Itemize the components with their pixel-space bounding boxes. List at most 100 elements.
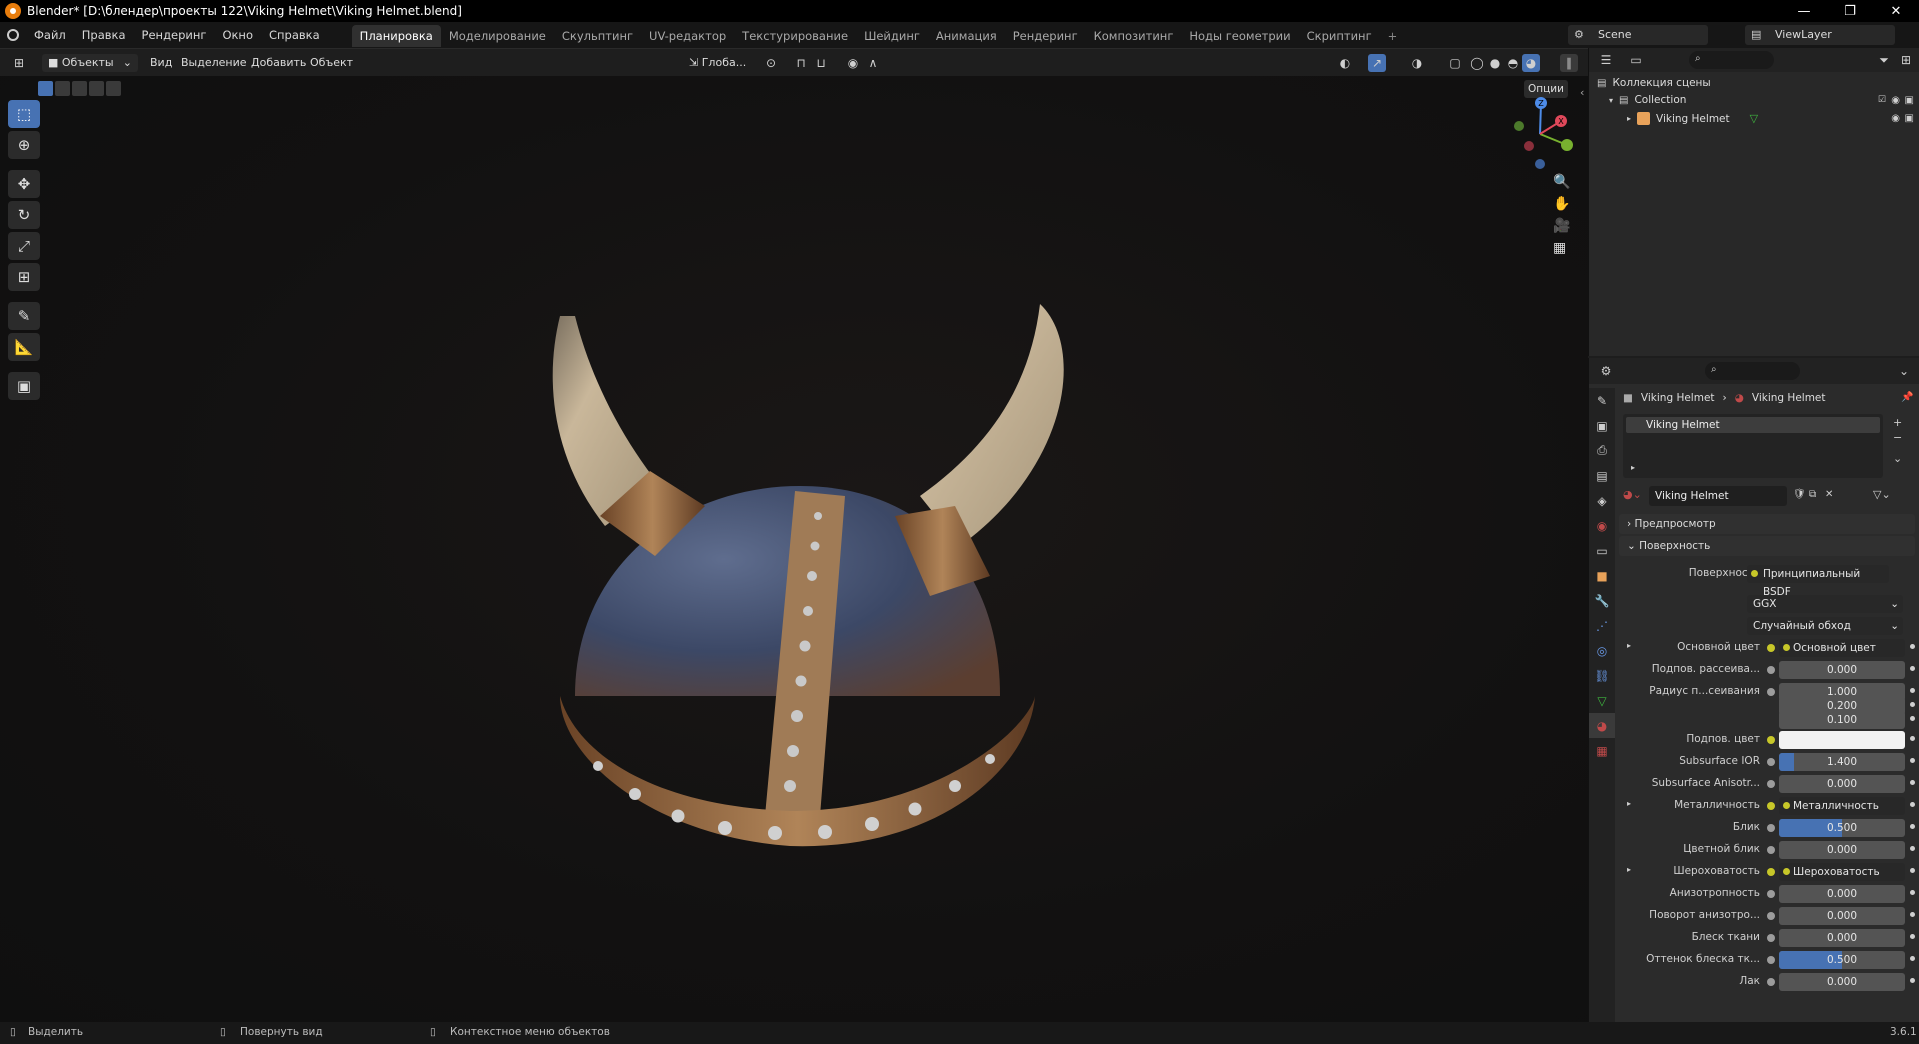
display-mode-icon[interactable]: ▭ — [1627, 51, 1645, 69]
checkbox-icon[interactable]: ☑ — [1878, 95, 1886, 105]
texture-tab-icon[interactable]: ▦ — [1589, 738, 1615, 763]
wireframe-shading-icon[interactable]: ◯ — [1468, 54, 1486, 72]
menu-file[interactable]: Файл — [26, 22, 74, 48]
menu-object[interactable]: Объект — [310, 54, 353, 72]
blender-menu-icon[interactable] — [0, 22, 26, 48]
keyframe-dot-icon[interactable] — [1910, 644, 1915, 649]
material-name-field[interactable]: Viking Helmet — [1649, 486, 1787, 506]
socket-icon[interactable] — [1767, 802, 1775, 810]
socket-icon[interactable] — [1767, 890, 1775, 898]
expand-arrow-icon[interactable]: ▸ — [1627, 641, 1631, 650]
physics-tab-icon[interactable]: ◎ — [1589, 638, 1615, 663]
menu-edit[interactable]: Правка — [74, 22, 134, 48]
socket-icon[interactable] — [1767, 846, 1775, 854]
object-tab-icon[interactable]: ■ — [1589, 563, 1615, 588]
outliner-search-input[interactable]: ⌕ — [1689, 51, 1774, 69]
outliner-row-scene-collection[interactable]: ▤ Коллекция сцены — [1597, 77, 1711, 89]
minimize-button[interactable]: — — [1781, 0, 1827, 22]
outliner-editor-type-icon[interactable]: ☰ — [1597, 51, 1615, 69]
keyframe-dot-icon[interactable] — [1910, 702, 1915, 707]
properties-editor-type-icon[interactable]: ⚙ — [1597, 362, 1615, 380]
linked-node-field[interactable]: Основной цвет — [1779, 639, 1905, 657]
unlink-material-icon[interactable]: ✕ — [1825, 489, 1833, 500]
camera-icon[interactable]: ▣ — [1905, 95, 1914, 106]
expand-arrow-icon[interactable]: ▾ — [1609, 96, 1613, 105]
keyframe-dot-icon[interactable] — [1910, 978, 1915, 983]
outliner-row-viking-helmet[interactable]: ▸ Viking Helmet ▽ ◉ ▣ — [1627, 112, 1914, 125]
scene-selector[interactable]: ⚙ Scene — [1568, 25, 1708, 45]
linked-node-field[interactable]: Металличность — [1779, 797, 1905, 815]
xray-icon[interactable]: ▢ — [1446, 54, 1464, 72]
tab-animation[interactable]: Анимация — [928, 25, 1005, 47]
socket-icon[interactable] — [1767, 978, 1775, 986]
editor-type-icon[interactable]: ⊞ — [10, 54, 28, 72]
chevron-down-icon[interactable]: ⌄ — [1895, 362, 1913, 380]
view-layer-tab-icon[interactable]: ▤ — [1589, 463, 1615, 488]
constraints-tab-icon[interactable]: ⛓ — [1589, 663, 1615, 688]
keyframe-dot-icon[interactable] — [1910, 956, 1915, 961]
collection-tab-icon[interactable]: ▭ — [1589, 538, 1615, 563]
keyframe-dot-icon[interactable] — [1910, 934, 1915, 939]
new-collection-icon[interactable]: ⊞ — [1897, 51, 1915, 69]
snap-icon[interactable]: ⊓ — [792, 54, 810, 72]
keyframe-dot-icon[interactable] — [1910, 912, 1915, 917]
outliner-row-collection[interactable]: ▾ ▤ Collection ☑ ◉ ▣ — [1609, 94, 1914, 106]
filter-icon[interactable]: ⏷ — [1875, 51, 1893, 69]
keyframe-dot-icon[interactable] — [1910, 802, 1915, 807]
keyframe-dot-icon[interactable] — [1910, 716, 1915, 721]
expand-arrow-icon[interactable]: ▸ — [1631, 463, 1635, 472]
socket-icon[interactable] — [1767, 934, 1775, 942]
visibility-icon[interactable]: ◐ — [1336, 54, 1354, 72]
menu-add[interactable]: Добавить — [251, 54, 306, 72]
socket-icon[interactable] — [1767, 666, 1775, 674]
pause-render-icon[interactable]: ∥ — [1560, 54, 1578, 72]
material-slot-list[interactable]: Viking Helmet ▸ — [1623, 414, 1883, 478]
keyframe-dot-icon[interactable] — [1910, 846, 1915, 851]
modifier-tab-icon[interactable]: 🔧 — [1589, 588, 1615, 613]
bsdf-value-field[interactable]: 0.000 — [1779, 885, 1905, 903]
camera-icon[interactable]: ▣ — [1905, 113, 1914, 124]
surface-shader-field[interactable]: Принципиальный BSDF — [1747, 565, 1889, 598]
world-tab-icon[interactable]: ◉ — [1589, 513, 1615, 538]
keyframe-dot-icon[interactable] — [1910, 780, 1915, 785]
material-slot-item[interactable]: Viking Helmet — [1626, 417, 1880, 433]
keyframe-dot-icon[interactable] — [1910, 736, 1915, 741]
orientation-dropdown[interactable]: ⇲ Глоба... — [683, 54, 753, 72]
expand-arrow-icon[interactable]: ▸ — [1627, 865, 1631, 874]
keyframe-dot-icon[interactable] — [1910, 824, 1915, 829]
menu-select[interactable]: Выделение — [181, 54, 247, 72]
mode-dropdown[interactable]: ■ Объекты ⌄ — [42, 54, 138, 72]
socket-icon[interactable] — [1767, 824, 1775, 832]
distribution-dropdown[interactable]: GGX ⌄ — [1747, 595, 1903, 613]
bsdf-value-field[interactable]: 1.400 — [1779, 753, 1905, 771]
solid-shading-icon[interactable]: ● — [1486, 54, 1504, 72]
gizmo-icon[interactable]: ↗ — [1368, 54, 1386, 72]
socket-icon[interactable] — [1767, 688, 1775, 696]
properties-search-input[interactable]: ⌕ — [1705, 362, 1800, 380]
color-swatch[interactable] — [1779, 731, 1905, 749]
add-slot-icon[interactable]: + — [1893, 416, 1902, 429]
keyframe-dot-icon[interactable] — [1910, 890, 1915, 895]
tab-geometry-nodes[interactable]: Ноды геометрии — [1181, 25, 1298, 47]
material-tab-icon[interactable]: ◕ — [1589, 713, 1615, 738]
tab-shading[interactable]: Шейдинг — [856, 25, 928, 47]
fake-user-icon[interactable]: 🛡 — [1793, 489, 1806, 500]
tab-sculpting[interactable]: Скульптинг — [554, 25, 641, 47]
tab-scripting[interactable]: Скриптинг — [1299, 25, 1380, 47]
tab-compositing[interactable]: Композитинг — [1086, 25, 1182, 47]
preview-panel-header[interactable]: › Предпросмотр — [1619, 514, 1915, 534]
socket-icon[interactable] — [1767, 780, 1775, 788]
socket-icon[interactable] — [1767, 868, 1775, 876]
bsdf-value-field[interactable]: 0.100 — [1779, 711, 1905, 729]
duplicate-material-icon[interactable]: ⧉ — [1809, 489, 1816, 500]
bsdf-value-field[interactable]: 0.000 — [1779, 973, 1905, 991]
bsdf-value-field[interactable]: 0.000 — [1779, 775, 1905, 793]
socket-icon[interactable] — [1767, 956, 1775, 964]
bsdf-value-field[interactable]: 0.000 — [1779, 661, 1905, 679]
socket-icon[interactable] — [1767, 758, 1775, 766]
socket-icon[interactable] — [1767, 644, 1775, 652]
menu-render[interactable]: Рендеринг — [134, 22, 215, 48]
render-tab-icon[interactable]: ▣ — [1589, 413, 1615, 438]
tab-uv-editing[interactable]: UV-редактор — [641, 25, 734, 47]
eye-icon[interactable]: ◉ — [1891, 113, 1900, 124]
